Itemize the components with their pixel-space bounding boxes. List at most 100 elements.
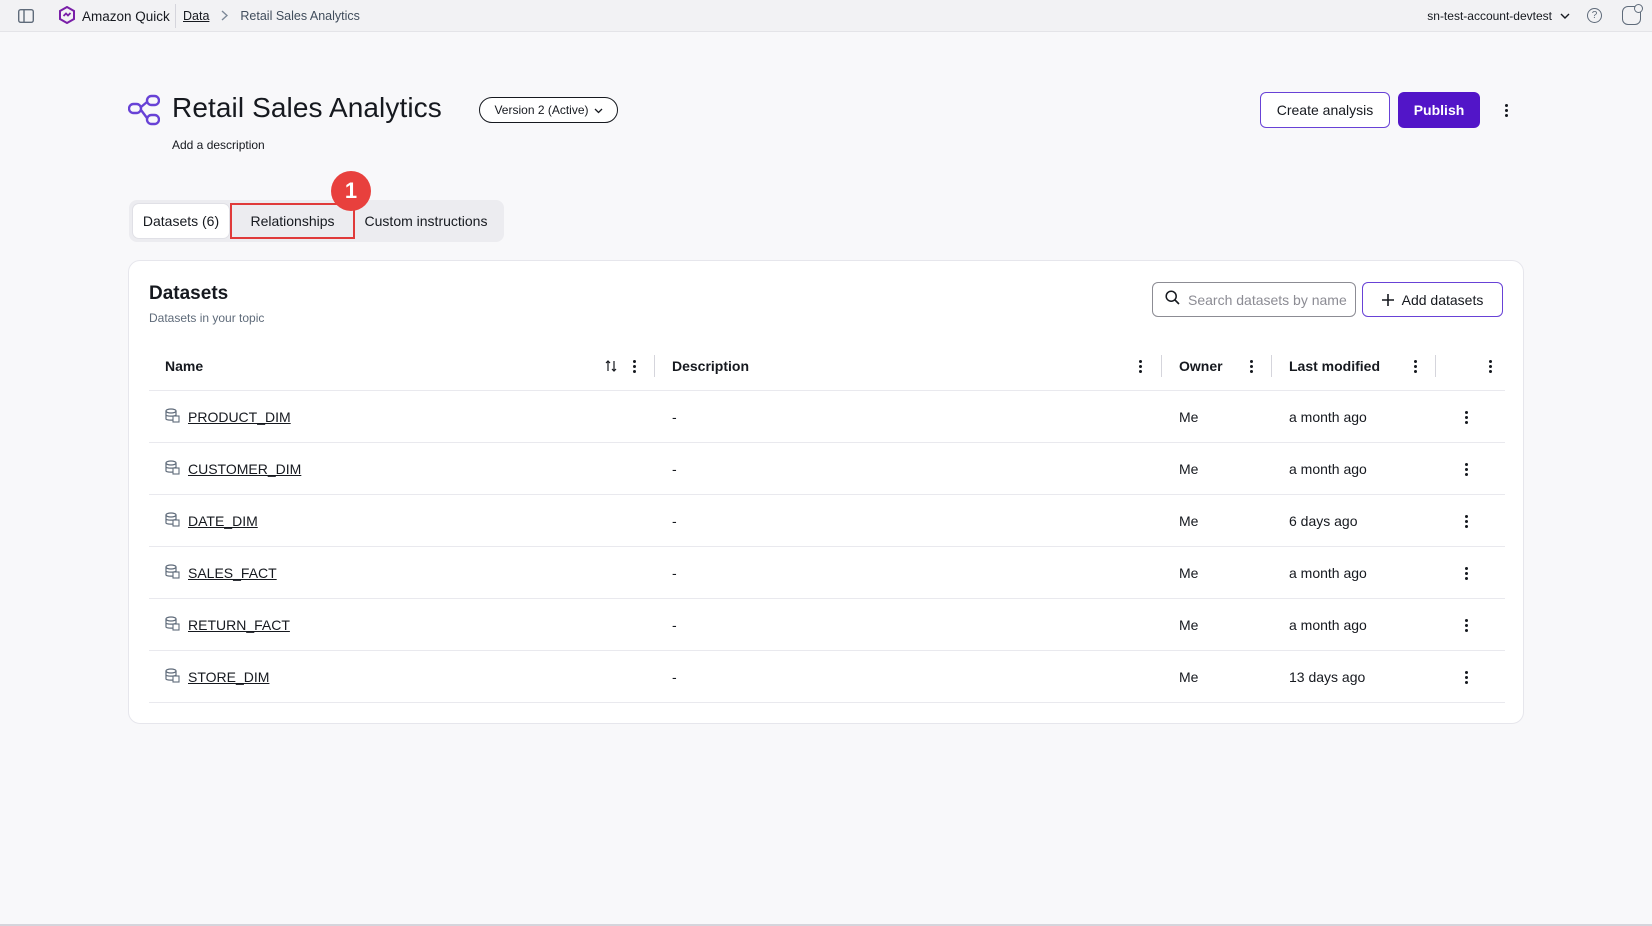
sidebar-toggle-icon[interactable] [17,8,34,24]
dataset-icon [165,616,180,634]
dataset-link[interactable]: RETURN_FACT [188,617,290,633]
search-input[interactable] [1188,291,1348,308]
table-row: STORE_DIM - Me 13 days ago [149,651,1505,703]
dataset-link[interactable]: STORE_DIM [188,669,269,685]
row-actions-icon[interactable] [1458,615,1474,635]
last-modified-cell: a month ago [1289,617,1367,633]
dataset-icon [165,512,180,530]
topic-tabs: Datasets (6) Relationships Custom instru… [129,200,504,242]
datasets-card: Datasets Datasets in your topic Add data… [128,260,1524,724]
dataset-name-cell: CUSTOMER_DIM [165,443,301,495]
brand-divider [175,4,176,28]
description-cell: - [672,565,677,581]
dataset-link[interactable]: SALES_FACT [188,565,277,581]
account-menu[interactable]: sn-test-account-devtest [1427,8,1570,24]
last-modified-cell: 6 days ago [1289,513,1358,529]
dataset-icon [165,408,180,426]
version-dropdown[interactable]: Version 2 (Active) [479,97,618,123]
row-actions-icon[interactable] [1458,407,1474,427]
dataset-icon [165,668,180,686]
add-description-link[interactable]: Add a description [172,138,265,152]
search-icon [1165,289,1180,310]
step-badge: 1 [331,171,371,211]
description-cell: - [672,669,677,685]
chevron-down-icon [594,103,603,117]
owner-cell: Me [1179,461,1199,477]
table-row: CUSTOMER_DIM - Me a month ago [149,443,1505,495]
dataset-name-cell: PRODUCT_DIM [165,391,291,443]
row-actions-icon[interactable] [1458,563,1474,583]
column-menu-icon[interactable] [1246,356,1256,376]
dataset-link[interactable]: CUSTOMER_DIM [188,461,301,477]
dataset-icon [165,460,180,478]
column-menu-icon[interactable] [1410,356,1420,376]
column-divider [1271,355,1272,377]
column-divider [1161,355,1162,377]
search-datasets [1152,282,1356,317]
column-header-owner: Owner [1179,358,1223,374]
top-bar: Amazon Quick Data Retail Sales Analytics… [0,0,1652,32]
page-title: Retail Sales Analytics [172,92,442,123]
table-row: RETURN_FACT - Me a month ago [149,599,1505,651]
topic-icon [127,94,161,126]
dataset-name-cell: RETURN_FACT [165,599,290,651]
row-actions-icon[interactable] [1458,667,1474,687]
column-divider [1435,355,1436,377]
description-cell: - [672,461,677,477]
add-datasets-label: Add datasets [1401,291,1484,308]
last-modified-cell: a month ago [1289,409,1367,425]
more-actions-icon[interactable] [1498,100,1514,120]
sort-icon[interactable] [604,356,618,376]
notifications-icon[interactable] [1622,4,1643,25]
owner-cell: Me [1179,669,1199,685]
column-divider [654,355,655,377]
description-cell: - [672,617,677,633]
owner-cell: Me [1179,617,1199,633]
description-cell: - [672,409,677,425]
brand-logo[interactable]: Amazon Quick [58,5,170,27]
column-menu-icon[interactable] [1135,356,1145,376]
owner-cell: Me [1179,409,1199,425]
row-actions-icon[interactable] [1458,511,1474,531]
table-settings-icon[interactable] [1485,356,1495,376]
breadcrumb-data-link[interactable]: Data [183,9,209,23]
dataset-name-cell: STORE_DIM [165,651,269,703]
table-row: PRODUCT_DIM - Me a month ago [149,391,1505,443]
plus-icon [1381,291,1394,309]
dataset-icon [165,564,180,582]
account-name: sn-test-account-devtest [1427,9,1552,23]
last-modified-cell: a month ago [1289,565,1367,581]
table-row: SALES_FACT - Me a month ago [149,547,1505,599]
owner-cell: Me [1179,513,1199,529]
dataset-name-cell: DATE_DIM [165,495,258,547]
description-cell: - [672,513,677,529]
dataset-link[interactable]: DATE_DIM [188,513,258,529]
version-label: Version 2 (Active) [494,103,589,117]
datasets-title: Datasets [149,283,229,304]
owner-cell: Me [1179,565,1199,581]
datasets-subtitle: Datasets in your topic [149,311,265,325]
publish-button[interactable]: Publish [1398,92,1480,128]
create-analysis-button[interactable]: Create analysis [1260,92,1390,128]
tab-custom-instructions[interactable]: Custom instructions [354,204,498,238]
row-actions-icon[interactable] [1458,459,1474,479]
dataset-name-cell: SALES_FACT [165,547,277,599]
datasets-table: Name Description Owner Last modified PRO… [149,341,1505,703]
help-icon[interactable]: ? [1587,8,1602,23]
tab-datasets[interactable]: Datasets (6) [133,204,229,238]
table-header: Name Description Owner Last modified [149,341,1505,391]
dataset-link[interactable]: PRODUCT_DIM [188,409,291,425]
quick-logo-icon [58,5,76,27]
last-modified-cell: a month ago [1289,461,1367,477]
brand-name: Amazon Quick [82,8,170,24]
column-header-name[interactable]: Name [165,341,203,391]
tab-relationships[interactable]: Relationships [230,203,355,239]
column-menu-icon[interactable] [629,356,639,376]
table-row: DATE_DIM - Me 6 days ago [149,495,1505,547]
chevron-down-icon [1560,9,1570,23]
breadcrumb: Data Retail Sales Analytics [183,8,360,24]
column-header-last-modified: Last modified [1289,358,1381,374]
breadcrumb-current: Retail Sales Analytics [240,9,360,23]
add-datasets-button[interactable]: Add datasets [1362,282,1503,317]
last-modified-cell: 13 days ago [1289,669,1366,685]
